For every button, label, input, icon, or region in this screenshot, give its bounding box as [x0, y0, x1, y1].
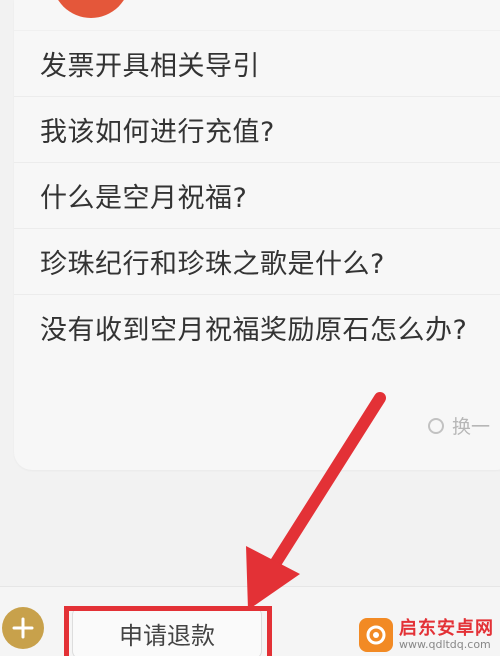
watermark-url: www.qdltdq.com: [399, 637, 491, 651]
refresh-icon: [428, 417, 444, 434]
watermark: 启东安卓网 www.qdltdq.com: [359, 618, 494, 652]
refresh-button[interactable]: 换一: [428, 412, 490, 439]
refund-button[interactable]: 申请退款: [72, 607, 262, 656]
faq-item-pearl[interactable]: 珍珠纪行和珍珠之歌是什么?: [14, 228, 500, 294]
watermark-logo-icon: [359, 618, 393, 652]
avatar: [52, 0, 130, 18]
plus-button[interactable]: [2, 607, 44, 649]
faq-item-recharge[interactable]: 我该如何进行充值?: [14, 96, 500, 162]
watermark-name: 启东安卓网: [399, 618, 494, 640]
faq-item-invoice[interactable]: 发票开具相关导引: [14, 30, 500, 96]
faq-card: 发票开具相关导引 我该如何进行充值? 什么是空月祝福? 珍珠纪行和珍珠之歌是什么…: [14, 0, 500, 470]
chat-page: 发票开具相关导引 我该如何进行充值? 什么是空月祝福? 珍珠纪行和珍珠之歌是什么…: [0, 0, 500, 656]
faq-list: 发票开具相关导引 我该如何进行充值? 什么是空月祝福? 珍珠纪行和珍珠之歌是什么…: [14, 30, 500, 360]
faq-item-blessing[interactable]: 什么是空月祝福?: [14, 162, 500, 228]
refresh-label: 换一: [452, 416, 491, 438]
plus-icon: [12, 617, 34, 639]
faq-item-missing-reward[interactable]: 没有收到空月祝福奖励原石怎么办?: [14, 294, 500, 360]
